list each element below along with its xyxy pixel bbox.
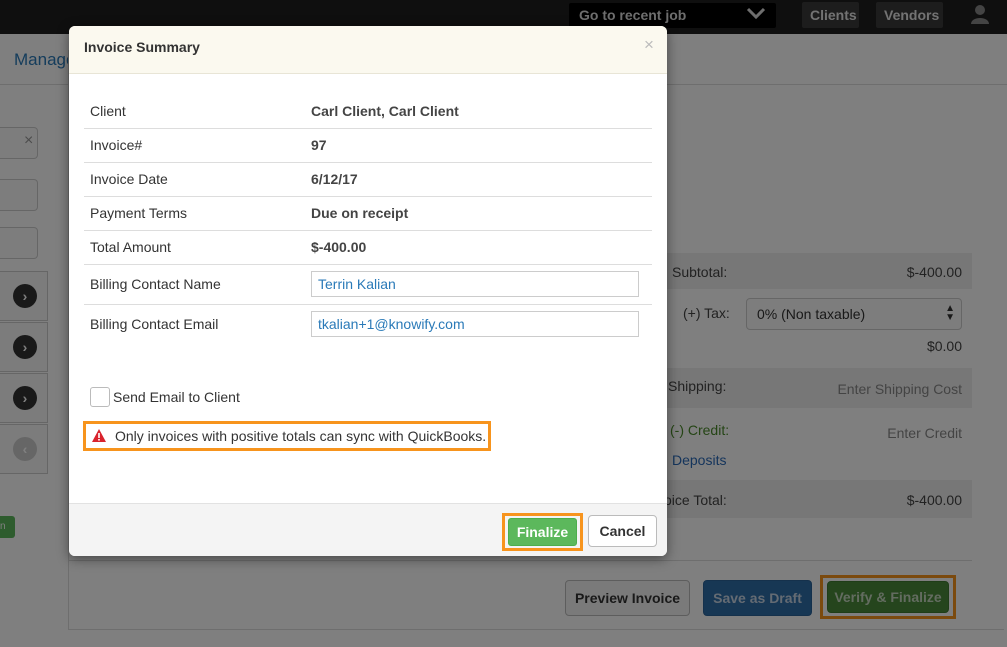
table-row: Billing Contact Email [84, 304, 652, 344]
table-row: Total Amount $-400.00 [84, 230, 652, 265]
send-email-label[interactable]: Send Email to Client [113, 389, 240, 405]
invoice-summary-modal: Invoice Summary × Client Carl Client, Ca… [69, 26, 667, 556]
billing-contact-email-label: Billing Contact Email [90, 316, 219, 333]
row-value: Due on receipt [311, 196, 652, 231]
row-label: Client [84, 94, 311, 129]
row-label: Total Amount [84, 230, 311, 265]
row-value: 97 [311, 128, 652, 163]
table-row: Invoice# 97 [84, 128, 652, 163]
row-value: Carl Client, Carl Client [311, 94, 652, 129]
row-label: Invoice Date [84, 162, 311, 197]
billing-contact-name-label: Billing Contact Name [84, 264, 311, 305]
send-email-checkbox[interactable] [90, 387, 110, 407]
billing-contact-email-input[interactable] [311, 311, 639, 338]
table-row: Invoice Date 6/12/17 [84, 162, 652, 197]
row-value: $-400.00 [311, 230, 652, 265]
finalize-button[interactable]: Finalize [508, 518, 577, 546]
row-label: Invoice# [84, 128, 311, 163]
row-value: 6/12/17 [311, 162, 652, 197]
warning-text: Only invoices with positive totals can s… [115, 428, 487, 444]
warning-icon [91, 428, 107, 443]
cancel-button[interactable]: Cancel [588, 515, 657, 547]
row-label: Payment Terms [84, 196, 311, 231]
table-row: Client Carl Client, Carl Client [84, 94, 652, 129]
close-icon[interactable]: × [644, 35, 654, 55]
finalize-highlight: Finalize [502, 513, 583, 551]
billing-contact-name-input[interactable] [311, 271, 639, 297]
table-row: Payment Terms Due on receipt [84, 196, 652, 231]
invoice-info-table: Client Carl Client, Carl Client Invoice#… [84, 94, 652, 344]
table-row: Billing Contact Name [84, 264, 652, 305]
modal-header: Invoice Summary × [69, 26, 667, 74]
quickbooks-warning: Only invoices with positive totals can s… [83, 421, 491, 451]
modal-title: Invoice Summary [84, 39, 200, 55]
modal-footer: Finalize Cancel [69, 503, 667, 556]
